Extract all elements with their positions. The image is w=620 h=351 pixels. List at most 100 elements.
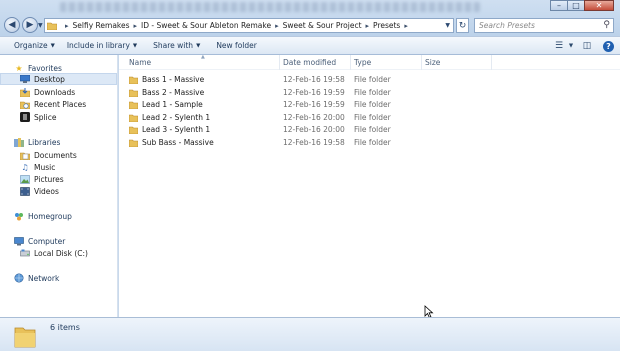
file-name: Bass 1 - Massive	[142, 75, 205, 84]
file-name-cell[interactable]: Bass 2 - Massive	[129, 87, 204, 99]
file-name-cell[interactable]: Lead 3 - Sylenth 1	[129, 124, 210, 136]
folder-icon	[129, 126, 138, 134]
refresh-icon[interactable]: ↻	[456, 18, 469, 33]
nav-label: Documents	[34, 150, 77, 160]
sort-ascending-icon: ▲	[201, 54, 205, 60]
column-divider[interactable]	[421, 55, 422, 70]
file-row[interactable]: Bass 1 - Massive 12-Feb-16 19:58 File fold…	[119, 74, 620, 86]
blurred-title-overlay	[60, 2, 480, 12]
chevron-down-icon: ▼	[132, 42, 138, 49]
star-icon: ★	[15, 63, 23, 73]
breadcrumb-separator: ▸	[133, 21, 138, 30]
file-list-pane: ▲ Name Date modified Type Size Bass 1 - …	[119, 54, 620, 319]
nav-computer[interactable]: Computer	[14, 235, 65, 247]
file-type: File folder	[354, 137, 391, 147]
search-icon[interactable]: ⚲	[603, 20, 610, 30]
nav-downloads[interactable]: Downloads	[20, 86, 75, 98]
folder-icon	[14, 327, 36, 348]
back-button[interactable]: ◀	[4, 17, 20, 33]
computer-icon	[14, 236, 24, 246]
file-row[interactable]: Lead 2 - Sylenth 1 12-Feb-16 20:00 File fo…	[119, 112, 620, 124]
nav-splice[interactable]: Splice	[20, 111, 56, 123]
file-type: File folder	[354, 112, 391, 122]
nav-pictures[interactable]: Pictures	[20, 173, 64, 185]
column-header-date-modified[interactable]: Date modified	[283, 58, 336, 67]
close-button[interactable]: ✕	[584, 0, 614, 11]
documents-icon	[20, 150, 30, 160]
command-toolbar: Organize ▼ Include in library ▼ Share wi…	[0, 36, 620, 55]
file-date: 12-Feb-16 20:00	[283, 112, 345, 122]
folder-icon	[129, 89, 138, 97]
nav-libraries[interactable]: Libraries	[14, 136, 60, 148]
file-date: 12-Feb-16 20:00	[283, 125, 345, 134]
folder-icon	[129, 76, 138, 84]
file-name-cell[interactable]: Bass 1 - Massive	[129, 74, 204, 86]
nav-homegroup[interactable]: Homegroup	[14, 210, 72, 222]
nav-label: Homegroup	[28, 211, 72, 221]
chevron-down-icon: ▼	[50, 42, 55, 49]
column-header-type[interactable]: Type	[354, 58, 371, 67]
nav-documents[interactable]: Documents	[20, 149, 77, 161]
include-in-library-button[interactable]: Include in library ▼	[67, 41, 137, 50]
file-row[interactable]: Bass 2 - Massive 12-Feb-16 19:59 File fold…	[119, 87, 620, 99]
recent-pages-dropdown[interactable]: ▼	[38, 22, 43, 29]
item-count: 6 items	[50, 323, 80, 332]
pictures-icon	[20, 174, 30, 184]
details-pane: 6 items	[0, 317, 620, 351]
file-date: 12-Feb-16 19:59	[283, 87, 345, 97]
file-type: File folder	[354, 100, 391, 109]
file-row[interactable]: Lead 3 - Sylenth 1 12-Feb-16 20:00 File fo…	[119, 124, 620, 136]
breadcrumb-separator: ▸	[275, 21, 279, 30]
nav-network[interactable]: Network	[14, 272, 59, 284]
title-bar: – □ ✕ ◀ ▶ ▼ ▸ Selfiy Remakes ▸ ID - Swee…	[0, 0, 620, 36]
minimize-button[interactable]: –	[550, 0, 568, 11]
nav-local-disk[interactable]: Local Disk (C:)	[20, 247, 88, 259]
preview-pane-icon[interactable]: ◫	[579, 40, 595, 52]
downloads-icon	[20, 87, 30, 97]
address-bar[interactable]: ▸ Selfiy Remakes ▸ ID - Sweet & Sour Abl…	[44, 18, 454, 33]
nav-label: Splice	[34, 112, 57, 122]
file-name: Sub Bass - Massive	[142, 137, 214, 147]
address-dropdown-icon[interactable]: ▼	[445, 22, 450, 29]
column-header-name[interactable]: Name	[129, 58, 151, 67]
chevron-down-icon: ▼	[196, 42, 201, 49]
nav-desktop[interactable]: Desktop	[0, 73, 117, 85]
nav-label: Videos	[34, 186, 59, 196]
breadcrumb-separator: ▸	[365, 21, 370, 30]
maximize-button[interactable]: □	[567, 0, 585, 11]
search-input[interactable]: Search Presets ⚲	[474, 18, 614, 33]
share-with-button[interactable]: Share with ▼	[153, 41, 200, 50]
column-divider[interactable]	[350, 55, 351, 70]
file-name-cell[interactable]: Lead 2 - Sylenth 1	[129, 112, 210, 124]
nav-music[interactable]: ♫ Music	[20, 161, 55, 173]
help-icon[interactable]: ?	[603, 40, 614, 52]
column-divider[interactable]	[491, 55, 492, 70]
file-row[interactable]: Sub Bass - Massive 12-Feb-16 19:58 File fo…	[119, 137, 620, 149]
breadcrumb-item[interactable]: ID - Sweet & Sour Ableton Remake	[141, 21, 271, 30]
file-row[interactable]: Lead 1 - Sample 12-Feb-16 19:59 File folde…	[119, 99, 620, 111]
file-name-cell[interactable]: Sub Bass - Massive	[129, 137, 214, 149]
breadcrumb-item[interactable]: Sweet & Sour Project	[283, 21, 362, 30]
breadcrumb-item[interactable]: Presets	[373, 21, 400, 30]
nav-recent-places[interactable]: Recent Places	[20, 98, 86, 110]
homegroup-icon	[14, 211, 24, 221]
file-name-cell[interactable]: Lead 1 - Sample	[129, 99, 203, 111]
breadcrumb-separator: ▸	[65, 21, 69, 30]
column-headers: ▲ Name Date modified Type Size	[119, 54, 620, 70]
folder-icon	[47, 22, 57, 30]
view-options-icon[interactable]: ☰	[551, 40, 567, 52]
nav-label: Network	[28, 273, 60, 283]
file-name: Lead 3 - Sylenth 1	[142, 125, 211, 134]
chevron-down-icon[interactable]: ▼	[567, 40, 575, 52]
window-controls: – □ ✕	[550, 0, 614, 11]
file-name: Bass 2 - Massive	[142, 87, 205, 97]
forward-button[interactable]: ▶	[22, 17, 38, 33]
organize-button[interactable]: Organize ▼	[14, 41, 55, 50]
file-type: File folder	[354, 125, 391, 134]
nav-videos[interactable]: Videos	[20, 185, 59, 197]
column-header-size[interactable]: Size	[425, 58, 440, 67]
column-divider[interactable]	[279, 55, 280, 70]
videos-icon	[20, 186, 30, 196]
breadcrumb-item[interactable]: Selfiy Remakes	[73, 21, 130, 30]
new-folder-button[interactable]: New folder	[216, 41, 257, 50]
